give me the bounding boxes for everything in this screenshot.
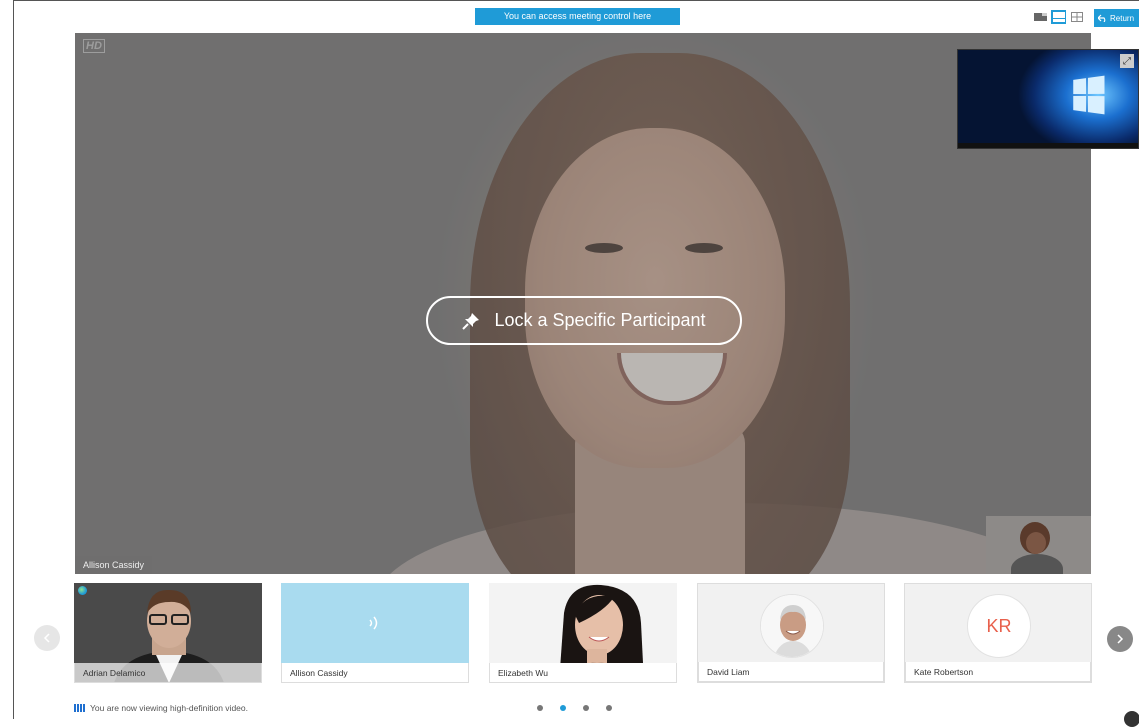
help-icon[interactable] <box>1124 711 1139 727</box>
lock-participant-label: Lock a Specific Participant <box>494 310 706 330</box>
main-video[interactable]: HD Lock a Specific Participant Allison C… <box>75 33 1091 574</box>
layout-stage-button[interactable] <box>1051 10 1066 24</box>
page-indicator <box>537 705 612 711</box>
participant-name: Allison Cassidy <box>281 663 469 683</box>
previous-page-button[interactable] <box>34 625 60 651</box>
page-dot-current[interactable] <box>560 705 566 711</box>
expand-icon[interactable]: ⤢ <box>1120 54 1134 68</box>
participant-name: Adrian Delamico <box>74 663 262 683</box>
participant-tile[interactable]: KR Kate Robertson <box>904 583 1092 683</box>
hd-badge: HD <box>83 39 105 53</box>
speaking-icon <box>367 613 383 639</box>
layout-floating-button[interactable] <box>1033 10 1048 24</box>
avatar <box>760 594 824 658</box>
participant-tile[interactable]: Elizabeth Wu <box>489 583 677 683</box>
status-text: You are now viewing high-definition vide… <box>90 703 248 713</box>
page-dot[interactable] <box>537 705 543 711</box>
self-view-body <box>1011 554 1063 574</box>
participant-name: David Liam <box>698 662 884 682</box>
participant-tile[interactable]: Adrian Delamico <box>74 583 262 683</box>
participant-strip: Adrian Delamico Allison Cassidy Elizabet… <box>74 583 1094 683</box>
video-quality-status: You are now viewing high-definition vide… <box>74 703 248 713</box>
return-arrow-icon <box>1098 14 1106 22</box>
active-speaker-icon <box>78 586 87 595</box>
windows-logo-icon <box>1073 75 1105 115</box>
meeting-control-banner[interactable]: You can access meeting control here <box>475 8 680 25</box>
next-page-button[interactable] <box>1107 626 1133 652</box>
return-button[interactable]: Return <box>1094 9 1139 27</box>
main-participant-name: Allison Cassidy <box>75 556 153 574</box>
chevron-left-icon <box>43 633 50 643</box>
pin-icon <box>462 312 480 330</box>
self-view-face <box>1026 532 1046 554</box>
participant-tile[interactable]: Allison Cassidy <box>281 583 469 683</box>
return-label: Return <box>1110 13 1135 23</box>
self-view[interactable] <box>986 516 1091 574</box>
layout-grid-button[interactable] <box>1069 10 1084 24</box>
screen-share-preview[interactable]: ⤢ <box>957 49 1139 149</box>
page-dot[interactable] <box>583 705 589 711</box>
layout-floating-icon <box>1034 13 1047 21</box>
desktop-wallpaper <box>958 50 1138 148</box>
participant-tile[interactable]: David Liam <box>697 583 885 683</box>
signal-bars-icon <box>74 704 85 712</box>
lock-participant-button[interactable]: Lock a Specific Participant <box>426 296 742 345</box>
chevron-right-icon <box>1117 634 1124 644</box>
initials-avatar: KR <box>967 594 1031 658</box>
participant-name: Kate Robertson <box>905 662 1091 682</box>
layout-stage-icon <box>1052 12 1065 22</box>
page-dot[interactable] <box>606 705 612 711</box>
desktop-taskbar <box>958 143 1138 148</box>
participant-initials: KR <box>986 616 1012 636</box>
participant-name: Elizabeth Wu <box>489 663 677 683</box>
david-photo <box>761 595 823 657</box>
layout-grid-icon <box>1070 12 1083 22</box>
layout-switcher <box>1033 10 1084 24</box>
